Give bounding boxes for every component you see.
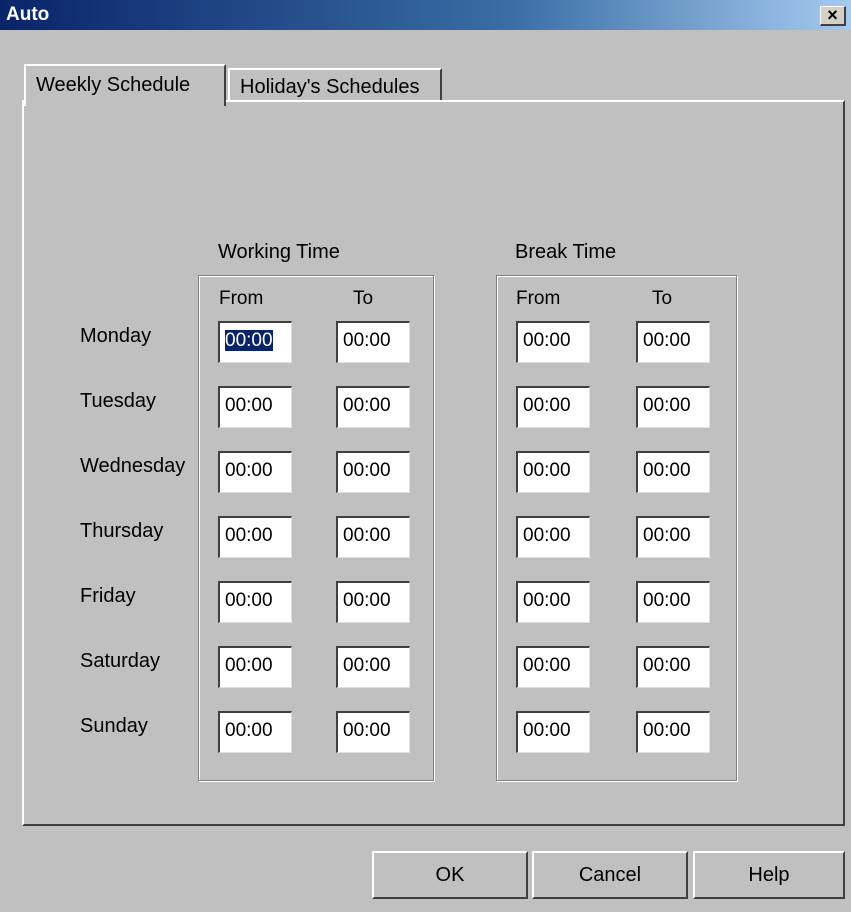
tab-weekly-schedule[interactable]: Weekly Schedule bbox=[24, 64, 226, 106]
cancel-button[interactable]: Cancel bbox=[532, 851, 688, 899]
close-icon: × bbox=[827, 5, 838, 25]
window-title: Auto bbox=[6, 4, 50, 25]
ok-button[interactable]: OK bbox=[372, 851, 528, 899]
tab-weekly-schedule-label: Weekly Schedule bbox=[36, 74, 191, 96]
tab-holidays-schedules[interactable]: Holiday's Schedules bbox=[228, 68, 442, 102]
help-button[interactable]: Help bbox=[693, 851, 845, 899]
title-bar: Auto × bbox=[0, 0, 851, 30]
tab-holidays-schedules-label: Holiday's Schedules bbox=[240, 76, 420, 98]
close-button[interactable]: × bbox=[820, 6, 846, 26]
tab-panel bbox=[22, 100, 845, 826]
